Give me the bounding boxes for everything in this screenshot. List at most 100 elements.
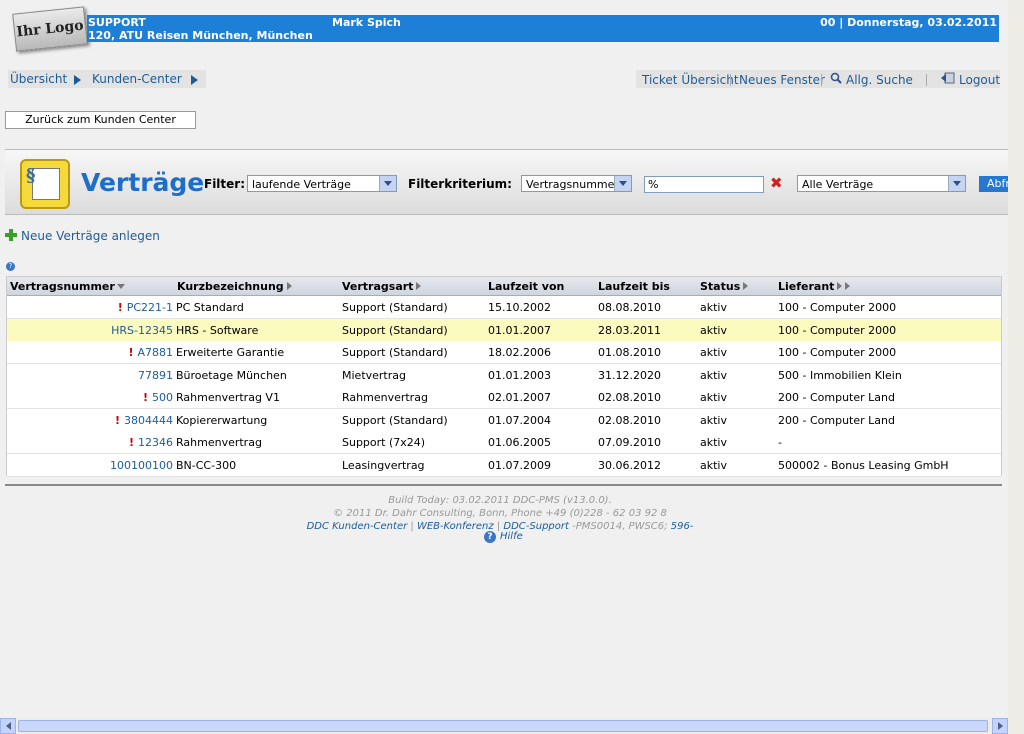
support-label: SUPPORT [88,16,146,29]
back-to-customer-center-button[interactable]: Zurück zum Kunden Center [5,111,196,129]
cell-to: 07.09.2010 [598,436,661,449]
breadcrumb-kunden-center[interactable]: Kunden-Center [92,72,182,86]
scope-select-value: Alle Verträge [802,178,874,191]
help-icon: ? [484,531,496,543]
vertical-scrollbar[interactable] [1008,0,1024,718]
ticket-overview-link[interactable]: Ticket Übersicht [642,73,739,87]
chevron-down-icon [948,176,965,191]
arrow-left-icon [5,722,11,730]
contract-number-link[interactable]: HRS-12345 [111,324,173,337]
support-suffix: -PMS0014, PWSC6; [572,521,668,532]
column-header-status[interactable]: Status [700,280,749,293]
footer: Build Today: 03.02.2011 DDC-PMS (v13.0.0… [0,494,1000,533]
breadcrumb-uebersicht[interactable]: Übersicht [10,72,67,86]
table-row[interactable]: 77891 Büroetage München Mietvertrag 01.01.2… [7,363,1001,387]
table-row[interactable]: ! 500 Rahmenvertrag V1 Rahmenvertrag 02.01.2… [7,386,1001,409]
general-search-link[interactable]: Allg. Suche [846,73,913,87]
table-row[interactable]: ! 3804444 Kopiererwartung Support (Standard… [7,408,1001,432]
cell-name: BN-CC-300 [176,458,237,472]
contract-number-link[interactable]: 3804444 [124,414,173,427]
contract-number-link[interactable]: 12346 [138,436,173,449]
cell-name: Rahmenvertrag V1 [176,391,280,404]
warning-icon: ! [114,413,120,427]
warning-icon: ! [142,391,148,404]
nav-divider [821,74,822,86]
cell-supplier: 100 - Computer 2000 [778,301,897,314]
page-title: Verträge [81,168,205,197]
column-header-laufzeit-bis[interactable]: Laufzeit bis [598,280,670,293]
cell-type: Rahmenvertrag [342,391,428,404]
cell-type: Support (7x24) [342,436,426,449]
support-number-link[interactable]: 596- [671,521,694,532]
contract-number-link[interactable]: A7881 [137,346,173,359]
scroll-thumb[interactable] [18,720,988,732]
cell-to: 30.06.2012 [598,458,661,472]
contract-number-cell: ! A7881 [128,346,173,359]
search-input[interactable]: % [644,176,764,193]
web-konferenz-link[interactable]: WEB-Konferenz [417,521,494,532]
contract-number-link[interactable]: 77891 [138,369,173,382]
cell-from: 18.02.2006 [488,346,551,359]
user-name: Mark Spich [332,16,401,29]
cell-from: 02.01.2007 [488,391,551,404]
column-header-laufzeit-von[interactable]: Laufzeit von [488,280,564,293]
column-header-vertragsart[interactable]: Vertragsart [342,280,422,293]
sort-icon [416,282,422,290]
contracts-table: Vertragsnummer Kurzbezeichnung Vertragsa… [6,276,1002,477]
contract-number-link[interactable]: 500 [152,391,173,404]
cell-status: aktiv [700,413,727,427]
paragraph-sign: § [26,165,36,186]
contract-number-cell: HRS-12345 [111,324,173,337]
new-contracts-link[interactable]: Neue Verträge anlegen [5,229,160,243]
cell-supplier: 100 - Computer 2000 [778,323,897,337]
column-label: Kurzbezeichnung [177,280,284,293]
search-icon [830,72,842,87]
table-row[interactable]: HRS-12345 HRS - Software Support (Standard… [7,318,1001,342]
column-header-lieferant[interactable]: Lieferant [778,280,851,293]
cell-from: 01.01.2003 [488,368,551,382]
cell-name: Rahmenvertrag [176,436,262,449]
table-row[interactable]: 100100100 BN-CC-300 Leasingvertrag 01.07.20… [7,453,1001,477]
kunden-center-link[interactable]: DDC Kunden-Center [307,521,408,532]
cell-supplier: - [778,436,782,449]
contract-document-shape [32,168,60,200]
table-header: Vertragsnummer Kurzbezeichnung Vertragsa… [7,277,1001,296]
scroll-right-button[interactable] [992,718,1008,734]
cell-type: Mietvertrag [342,368,406,382]
criterion-select[interactable]: Vertragsnummer [521,175,632,192]
sort-icon [286,282,292,290]
sort-desc-icon [116,284,125,289]
warning-icon: ! [117,301,123,314]
cell-to: 02.08.2010 [598,413,661,427]
criterion-label: Filterkriterium: [408,177,512,191]
arrow-right-icon [997,722,1003,730]
criterion-select-value: Vertragsnummer [526,178,619,191]
contract-number-cell: ! 3804444 [115,414,173,427]
contract-number-link[interactable]: PC221-1 [127,301,173,314]
cell-to: 01.08.2010 [598,346,661,359]
contract-number-cell: 77891 [138,369,173,382]
cell-status: aktiv [700,368,727,382]
help-icon[interactable]: ? [6,262,15,271]
contract-number-link[interactable]: 100100100 [110,459,173,472]
scroll-left-button[interactable] [0,718,16,734]
cell-supplier: 200 - Computer Land [778,413,895,427]
table-row[interactable]: ! A7881 Erweiterte Garantie Support (Standa… [7,341,1001,364]
contract-icon: § [20,159,70,209]
column-header-kurzbezeichnung[interactable]: Kurzbezeichnung [177,280,292,293]
help-link[interactable]: ? Hilfe [484,531,523,543]
new-window-link[interactable]: Neues Fenster [739,73,825,87]
column-header-vertragsnummer[interactable]: Vertragsnummer [10,280,125,293]
sort-icon [845,282,851,290]
filter-select[interactable]: laufende Verträge [247,175,397,192]
cell-to: 08.08.2010 [598,301,661,314]
header-bar: SUPPORT 120, ATU Reisen München, München… [87,15,999,42]
table-row[interactable]: ! 12346 Rahmenvertrag Support (7x24) 01.06.2… [7,431,1001,454]
clear-icon[interactable]: ✖ [770,174,783,192]
breadcrumb-arrow-icon [74,74,81,88]
logo-text: Ihr Logo [15,17,85,41]
table-row[interactable]: ! PC221-1 PC Standard Support (Standard) 15.… [7,296,1001,319]
scope-select[interactable]: Alle Verträge [797,175,966,192]
logout-link[interactable]: Logout [959,73,1000,87]
horizontal-scrollbar[interactable] [0,718,1008,734]
